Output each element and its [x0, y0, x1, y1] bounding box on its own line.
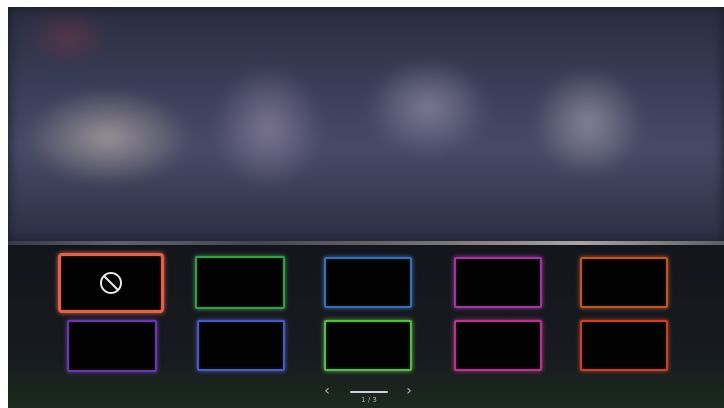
chevron-right-icon[interactable]: ›: [402, 384, 416, 398]
tile-orange-2[interactable]: [580, 320, 668, 371]
tile-orange-1[interactable]: [580, 257, 668, 308]
tile-violet-1[interactable]: [67, 320, 157, 372]
tile-green-2[interactable]: [324, 320, 412, 371]
blurred-background: [8, 7, 724, 242]
tv-screen: ‹ 1 / 3 ›: [8, 7, 724, 408]
pager: ‹ 1 / 3 ›: [318, 384, 418, 408]
tile-none[interactable]: [58, 253, 164, 313]
page-label: 1 / 3: [361, 396, 377, 404]
tile-green-1[interactable]: [195, 256, 285, 309]
no-effect-icon: [100, 272, 122, 294]
tile-purple-1[interactable]: [454, 257, 542, 308]
tile-magenta-1[interactable]: [454, 320, 542, 371]
page-indicator-bar: [350, 391, 388, 393]
tile-blue-1[interactable]: [324, 257, 412, 308]
tile-indigo-1[interactable]: [197, 320, 285, 371]
chevron-left-icon[interactable]: ‹: [320, 384, 334, 398]
